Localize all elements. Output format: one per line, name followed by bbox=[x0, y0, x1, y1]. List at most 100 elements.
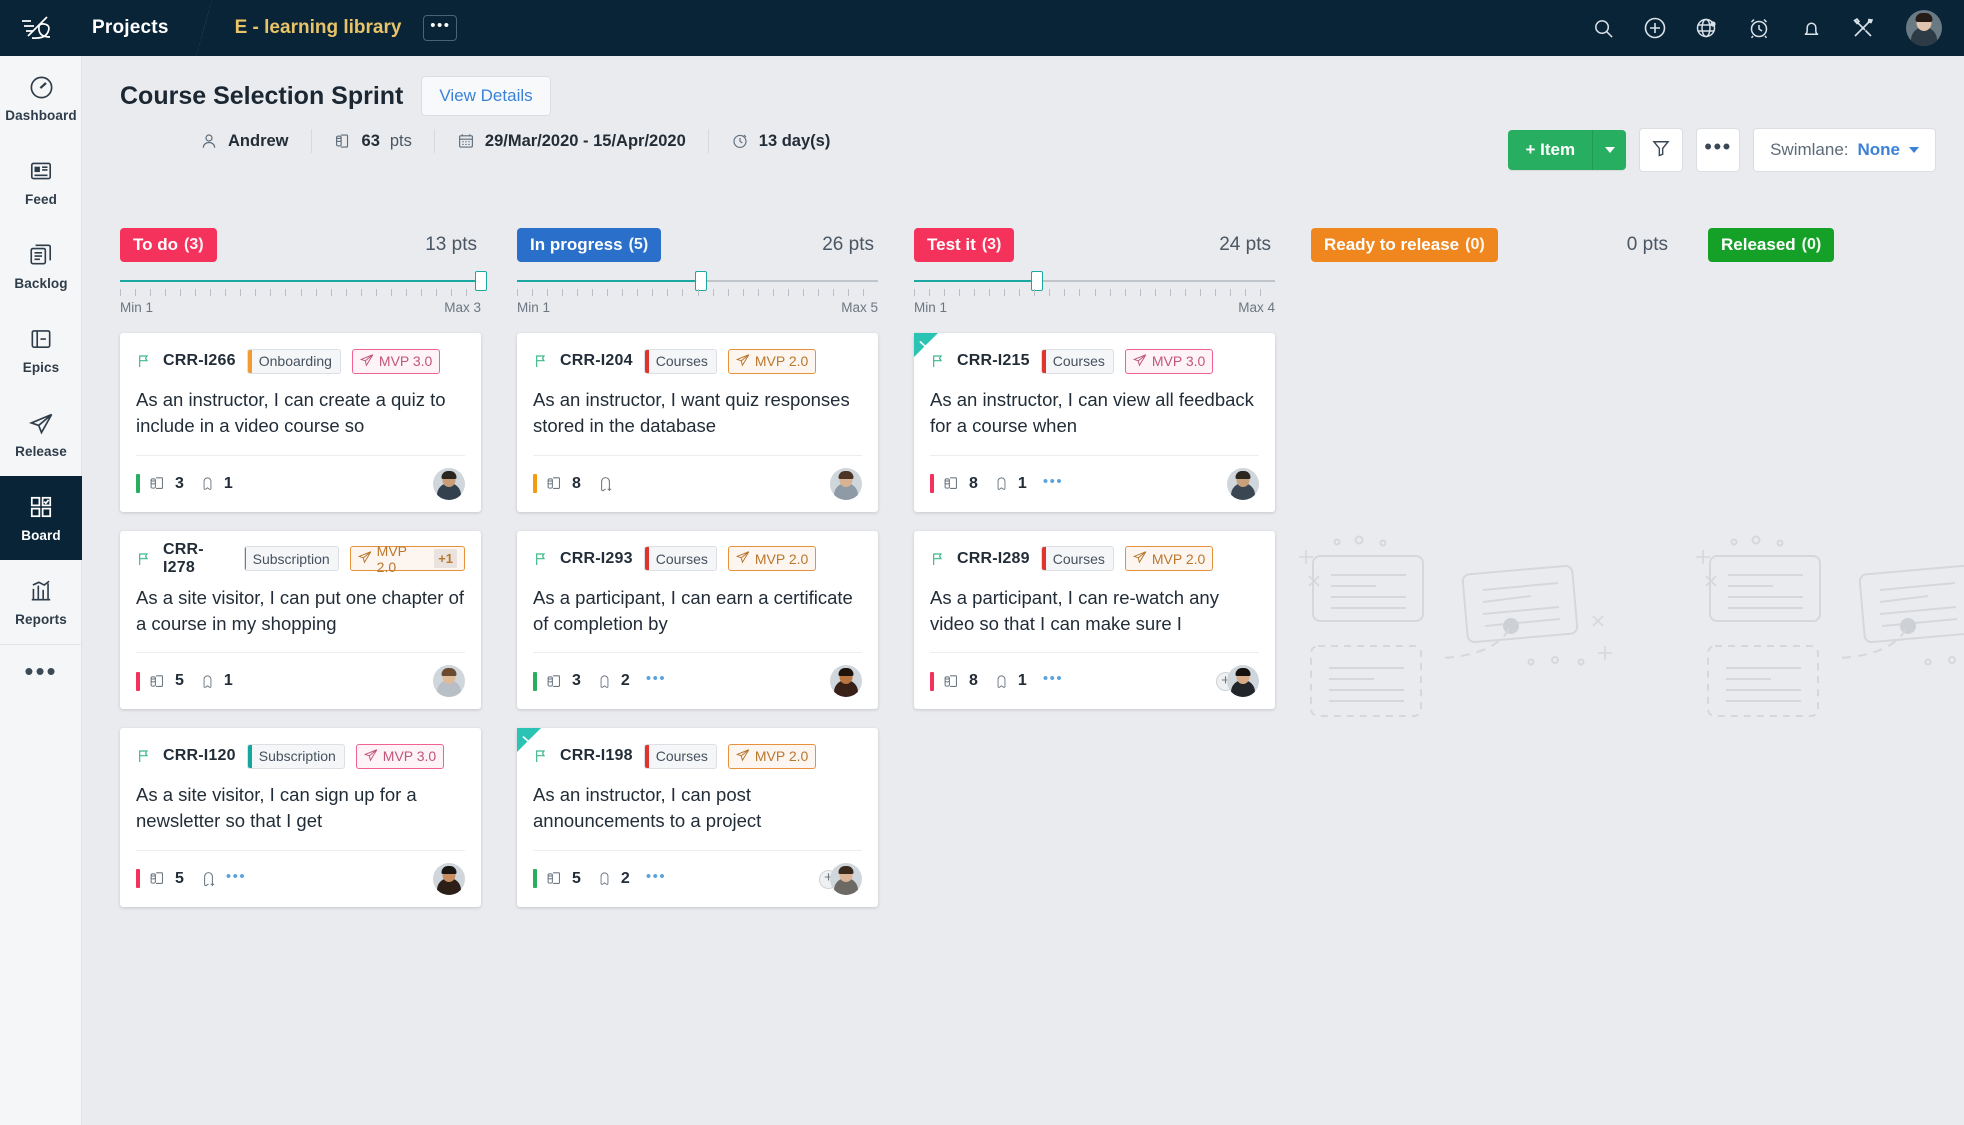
flag-icon[interactable] bbox=[930, 551, 946, 567]
card-more-button[interactable]: ••• bbox=[646, 877, 666, 881]
flag-icon[interactable] bbox=[533, 353, 549, 369]
card-release-tag[interactable]: MVP 2.0 bbox=[728, 546, 816, 571]
card-release-tag[interactable]: MVP 3.0 bbox=[356, 744, 444, 769]
app-logo-icon[interactable] bbox=[0, 0, 82, 56]
card-header: CRR-I204CoursesMVP 2.0 bbox=[533, 348, 862, 374]
search-icon[interactable] bbox=[1590, 15, 1616, 41]
view-details-button[interactable]: View Details bbox=[421, 76, 550, 116]
flag-icon[interactable] bbox=[136, 748, 152, 764]
column-name: In progress bbox=[530, 235, 623, 255]
slider-handle[interactable] bbox=[695, 271, 707, 291]
alarm-clock-icon[interactable] bbox=[1746, 15, 1772, 41]
avatar[interactable] bbox=[433, 665, 465, 697]
card-tag[interactable]: Courses bbox=[1041, 349, 1114, 374]
add-task-icon[interactable] bbox=[597, 475, 614, 493]
add-item-button[interactable]: + Item bbox=[1508, 130, 1592, 170]
board-card[interactable]: CRR-I293CoursesMVP 2.0As a participant, … bbox=[517, 531, 878, 710]
board-card[interactable]: CRR-I215CoursesMVP 3.0As an instructor, … bbox=[914, 333, 1275, 512]
sidebar-item-feed[interactable]: Feed bbox=[0, 140, 82, 224]
wip-limit-slider[interactable] bbox=[120, 278, 481, 284]
sidebar-item-dashboard[interactable]: Dashboard bbox=[0, 56, 82, 140]
sidebar-item-backlog[interactable]: Backlog bbox=[0, 224, 82, 308]
sidebar-item-reports[interactable]: Reports bbox=[0, 560, 82, 644]
avatar[interactable] bbox=[1227, 468, 1259, 500]
column-status-pill[interactable]: In progress(5) bbox=[517, 228, 661, 262]
assignee[interactable] bbox=[433, 863, 465, 895]
card-release-tag[interactable]: MVP 3.0 bbox=[352, 349, 440, 374]
sidebar-more-button[interactable]: ••• bbox=[0, 645, 82, 705]
column-status-pill[interactable]: Test it(3) bbox=[914, 228, 1014, 262]
paper-plane-icon bbox=[736, 748, 750, 765]
chevron-down-icon[interactable] bbox=[521, 731, 536, 749]
avatar[interactable] bbox=[830, 665, 862, 697]
projects-link[interactable]: Projects bbox=[82, 17, 203, 39]
card-release-tag[interactable]: MVP 3.0 bbox=[1125, 349, 1213, 374]
assignee[interactable] bbox=[433, 468, 465, 500]
board-card[interactable]: CRR-I198CoursesMVP 2.0As an instructor, … bbox=[517, 728, 878, 907]
column-status-pill[interactable]: To do(3) bbox=[120, 228, 217, 262]
avatar[interactable] bbox=[433, 468, 465, 500]
card-tag[interactable]: Subscription bbox=[244, 546, 339, 571]
column-name: Test it bbox=[927, 235, 976, 255]
add-item-dropdown-button[interactable] bbox=[1592, 130, 1626, 170]
card-tag[interactable]: Subscription bbox=[247, 744, 345, 769]
card-more-button[interactable]: ••• bbox=[1043, 482, 1063, 486]
card-title: As an instructor, I can create a quiz to… bbox=[136, 374, 465, 456]
task-icon bbox=[994, 673, 1009, 690]
card-tag[interactable]: Courses bbox=[644, 349, 717, 374]
slider-handle[interactable] bbox=[475, 271, 487, 291]
paper-plane-icon bbox=[1133, 353, 1147, 370]
card-more-button[interactable]: ••• bbox=[646, 679, 666, 683]
task-count: 1 bbox=[1018, 672, 1027, 690]
card-more-button[interactable]: ••• bbox=[226, 877, 246, 881]
column-status-pill[interactable]: Released(0) bbox=[1708, 228, 1834, 262]
add-icon[interactable] bbox=[1642, 15, 1668, 41]
card-release-tag[interactable]: MVP 2.0 bbox=[1125, 546, 1213, 571]
card-more-button[interactable]: ••• bbox=[1043, 679, 1063, 683]
board-card[interactable]: CRR-I289CoursesMVP 2.0As a participant, … bbox=[914, 531, 1275, 710]
board-card[interactable]: CRR-I266OnboardingMVP 3.0As an instructo… bbox=[120, 333, 481, 512]
assignee[interactable]: + bbox=[830, 863, 862, 895]
sidebar-item-epics[interactable]: Epics bbox=[0, 308, 82, 392]
chevron-down-icon[interactable] bbox=[918, 336, 933, 354]
card-tag[interactable]: Courses bbox=[644, 546, 717, 571]
card-tag[interactable]: Courses bbox=[1041, 546, 1114, 571]
sprint-duration: 13 day(s) bbox=[708, 129, 853, 153]
flag-icon[interactable] bbox=[136, 551, 152, 567]
sidebar-item-release[interactable]: Release bbox=[0, 392, 82, 476]
tools-icon[interactable] bbox=[1850, 15, 1876, 41]
project-menu-button[interactable]: ••• bbox=[423, 15, 457, 41]
assignee[interactable] bbox=[830, 665, 862, 697]
sidebar-item-board[interactable]: Board bbox=[0, 476, 82, 560]
board-card[interactable]: CRR-I278SubscriptionMVP 2.0+1As a site v… bbox=[120, 531, 481, 710]
assignee[interactable] bbox=[433, 665, 465, 697]
avatar[interactable] bbox=[1227, 665, 1259, 697]
card-release-tag[interactable]: MVP 2.0 bbox=[728, 349, 816, 374]
board-card[interactable]: CRR-I204CoursesMVP 2.0As an instructor, … bbox=[517, 333, 878, 512]
avatar[interactable] bbox=[1906, 10, 1942, 46]
globe-icon[interactable] bbox=[1694, 15, 1720, 41]
bell-icon[interactable] bbox=[1798, 15, 1824, 41]
wip-limit-slider[interactable] bbox=[914, 278, 1275, 284]
card-tag[interactable]: Onboarding bbox=[247, 349, 341, 374]
slider-handle[interactable] bbox=[1031, 271, 1043, 291]
add-task-icon[interactable] bbox=[200, 870, 217, 888]
avatar[interactable] bbox=[433, 863, 465, 895]
card-tag[interactable]: Courses bbox=[644, 744, 717, 769]
project-name[interactable]: E - learning library bbox=[235, 17, 402, 39]
sidebar-item-label: Dashboard bbox=[5, 108, 76, 123]
avatar[interactable] bbox=[830, 468, 862, 500]
board-card[interactable]: CRR-I120SubscriptionMVP 3.0As a site vis… bbox=[120, 728, 481, 907]
column-status-pill[interactable]: Ready to release(0) bbox=[1311, 228, 1498, 262]
wip-limit-slider[interactable] bbox=[517, 278, 878, 284]
assignee[interactable] bbox=[830, 468, 862, 500]
flag-icon[interactable] bbox=[533, 551, 549, 567]
story-points-icon bbox=[943, 673, 960, 690]
avatar[interactable] bbox=[830, 863, 862, 895]
flag-icon[interactable] bbox=[136, 353, 152, 369]
priority-indicator bbox=[533, 672, 537, 691]
card-release-tag[interactable]: MVP 2.0 bbox=[728, 744, 816, 769]
card-release-tag[interactable]: MVP 2.0+1 bbox=[350, 546, 465, 571]
assignee[interactable] bbox=[1227, 468, 1259, 500]
assignee[interactable]: + bbox=[1227, 665, 1259, 697]
